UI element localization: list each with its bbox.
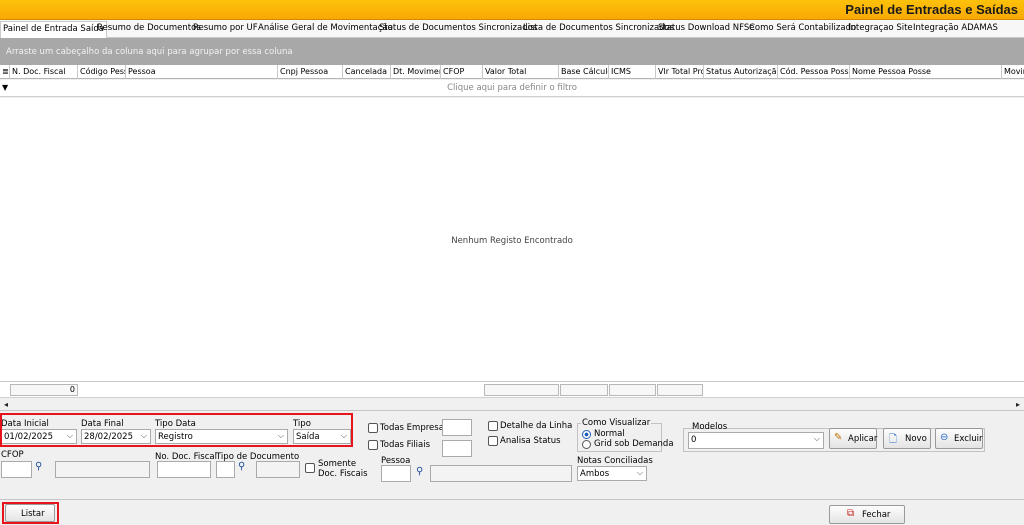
aplicar-label: Aplicar <box>848 434 878 444</box>
tipo-documento-input[interactable] <box>216 461 235 478</box>
listar-highlight <box>2 502 59 524</box>
todas-filiais-checkbox[interactable] <box>368 440 378 450</box>
footer-vlr-total-produtos <box>657 384 703 396</box>
column-chooser-icon[interactable]: ≣ <box>0 65 10 79</box>
tab-integracao-adamas[interactable]: Integração ADAMAS <box>913 23 998 37</box>
fechar-button[interactable]: ⧉ Fechar <box>829 505 905 524</box>
scroll-left-icon[interactable]: ◂ <box>4 400 8 409</box>
tab-status-download-nfse[interactable]: Status Download NFSe <box>658 23 754 37</box>
binoculars-icon[interactable]: ⚲ <box>416 466 423 477</box>
column-header-cancelada[interactable]: Cancelada <box>343 65 391 79</box>
excluir-button[interactable]: ⊖ Excluir <box>935 428 983 449</box>
todas-empresas-input[interactable] <box>442 419 472 436</box>
tab-analise-geral[interactable]: Análise Geral de Movimentação <box>258 23 393 37</box>
delete-icon: ⊖ <box>940 432 949 443</box>
horizontal-scrollbar[interactable]: ◂ ▸ <box>0 397 1024 411</box>
tab-integracao-site[interactable]: Integraçao Site <box>848 23 913 37</box>
todas-empresas-label: Todas Empresas <box>380 423 449 433</box>
excluir-label: Excluir <box>954 434 983 444</box>
scroll-right-icon[interactable]: ▸ <box>1016 400 1020 409</box>
window-title: Painel de Entradas e Saídas <box>845 2 1018 17</box>
notas-conciliadas-value: Ambos <box>580 469 610 479</box>
analisa-status-label: Analisa Status <box>500 436 561 446</box>
notas-conciliadas-label: Notas Conciliadas <box>577 456 653 466</box>
column-header-icms[interactable]: ICMS <box>609 65 656 79</box>
notas-conciliadas-select[interactable]: Ambos ⌵ <box>577 466 647 481</box>
todas-filiais-label: Todas Filiais <box>380 440 431 450</box>
tab-resumo-uf[interactable]: Resumo por UF <box>193 23 258 37</box>
filter-row[interactable]: ▼ Clique aqui para definir o filtro <box>0 80 1024 97</box>
chevron-down-icon: ⌵ <box>636 468 643 477</box>
modelos-value: 0 <box>691 435 697 445</box>
column-header-cfop[interactable]: CFOP <box>441 65 483 79</box>
footer-valor-total <box>484 384 559 396</box>
column-header-base-calculo[interactable]: Base Cálculo <box>559 65 609 79</box>
column-header-n-doc-fiscal[interactable]: N. Doc. Fiscal <box>10 65 78 79</box>
pessoa-description-field <box>430 465 572 482</box>
column-header-codigo-pessoa[interactable]: Código Pess <box>78 65 126 79</box>
tab-painel-entrada-saida[interactable]: Painel de Entrada Saída <box>0 21 107 38</box>
close-window-icon: ⧉ <box>847 508 855 519</box>
column-header-vlr-total-produtos[interactable]: Vlr Total Pro <box>656 65 704 79</box>
column-header-dt-movimento[interactable]: Dt. Movimen <box>391 65 441 79</box>
normal-radio[interactable] <box>582 430 591 439</box>
column-header-movimento[interactable]: Movim <box>1002 65 1024 79</box>
tab-resumo-documentos[interactable]: Resumo de Documentos <box>97 23 201 37</box>
detalhe-linha-label: Detalhe da Linha <box>500 421 573 431</box>
tab-strip: Painel de Entrada Saída Resumo de Docume… <box>0 20 1024 38</box>
chevron-down-icon: ⌵ <box>813 434 820 443</box>
binoculars-icon[interactable]: ⚲ <box>238 461 245 472</box>
novo-label: Novo <box>905 434 927 444</box>
fechar-label: Fechar <box>862 510 891 520</box>
tab-status-documentos-sincronizados[interactable]: Status de Documentos Sincronizados <box>379 23 537 37</box>
binoculars-icon[interactable]: ⚲ <box>35 461 42 472</box>
tab-lista-documentos-sincronizados[interactable]: Lista de Documentos Sincronizados <box>523 23 674 37</box>
grid-footer: 0 <box>0 381 1024 397</box>
normal-label: Normal <box>594 429 625 439</box>
column-header-cod-pessoa-posse[interactable]: Cód. Pessoa Posse <box>778 65 850 79</box>
no-doc-fiscal-input[interactable] <box>157 461 211 478</box>
column-header-pessoa[interactable]: Pessoa <box>126 65 278 79</box>
group-by-panel[interactable]: Arraste um cabeçalho da coluna aqui para… <box>0 38 1024 65</box>
column-header-valor-total[interactable]: Valor Total <box>483 65 559 79</box>
doc-fiscais-label: Doc. Fiscais <box>318 469 368 479</box>
cfop-label: CFOP <box>1 450 24 460</box>
column-header-cnpj-pessoa[interactable]: Cnpj Pessoa <box>278 65 343 79</box>
grid-body[interactable]: Nenhum Registo Encontrado <box>0 98 1024 381</box>
aplicar-button[interactable]: ✎ Aplicar <box>829 428 877 449</box>
grid-header: ≣ N. Doc. Fiscal Código Pess Pessoa Cnpj… <box>0 65 1024 79</box>
como-visualizar-label: Como Visualizar <box>581 418 652 428</box>
tipo-documento-description-field <box>256 461 300 478</box>
modelos-label: Modelos <box>692 422 728 432</box>
pencil-icon: ✎ <box>834 432 843 443</box>
modelos-select[interactable]: 0 ⌵ <box>688 432 824 449</box>
somente-label: Somente <box>318 459 357 469</box>
cfop-input[interactable] <box>1 461 32 478</box>
title-bar: Painel de Entradas e Saídas <box>0 0 1024 20</box>
todas-filiais-input[interactable] <box>442 440 472 457</box>
tab-como-sera-contabilizado[interactable]: Como Será Contabilizado <box>749 23 856 37</box>
pessoa-input[interactable] <box>381 465 411 482</box>
grid-sob-demanda-radio[interactable] <box>582 440 591 449</box>
filter-hint: Clique aqui para definir o filtro <box>447 83 577 93</box>
cfop-description-field <box>55 461 150 478</box>
grid-sob-demanda-label: Grid sob Demanda <box>594 439 674 449</box>
footer-icms <box>609 384 656 396</box>
analisa-status-checkbox[interactable] <box>488 436 498 446</box>
novo-button[interactable]: 🗋 Novo <box>883 428 931 449</box>
footer-count: 0 <box>10 384 78 396</box>
todas-empresas-checkbox[interactable] <box>368 423 378 433</box>
group-by-hint: Arraste um cabeçalho da coluna aqui para… <box>6 47 293 57</box>
somente-doc-fiscais-checkbox[interactable] <box>305 463 315 473</box>
date-filter-highlight <box>0 413 353 447</box>
empty-message: Nenhum Registo Encontrado <box>451 236 573 246</box>
footer-base-calculo <box>560 384 608 396</box>
document-icon: 🗋 <box>889 434 898 445</box>
column-header-status-autorizacao[interactable]: Status Autorização <box>704 65 778 79</box>
column-header-nome-pessoa-posse[interactable]: Nome Pessoa Posse <box>850 65 1002 79</box>
bottom-divider <box>0 499 1024 500</box>
detalhe-linha-checkbox[interactable] <box>488 421 498 431</box>
